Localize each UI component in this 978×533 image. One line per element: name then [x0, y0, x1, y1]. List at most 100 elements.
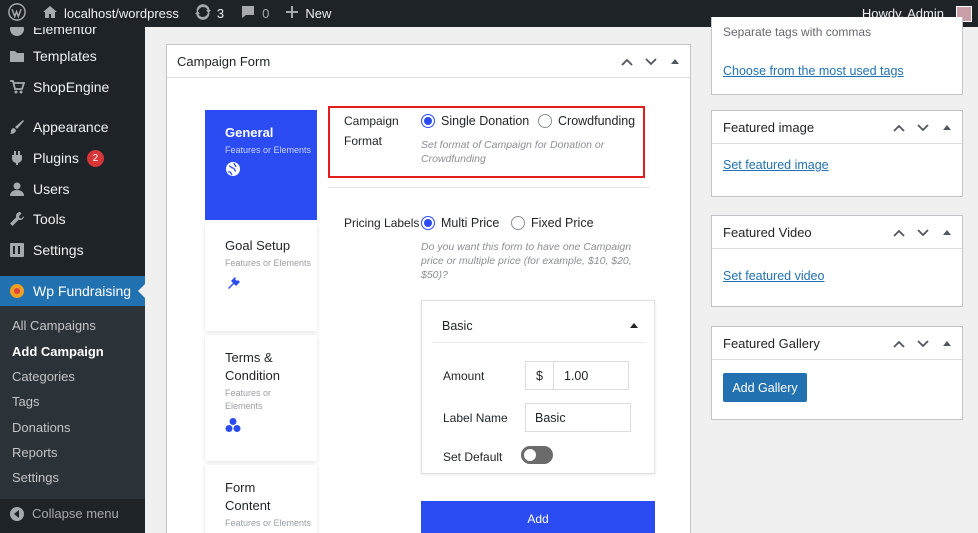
wordpress-logo-button[interactable] [0, 0, 34, 27]
chevron-down-icon [917, 339, 929, 347]
caret-up-icon [943, 340, 951, 346]
move-up-button[interactable] [892, 337, 906, 351]
submenu-categories[interactable]: Categories [12, 369, 75, 384]
price-item-header[interactable]: Basic [432, 311, 646, 343]
home-icon [42, 4, 58, 23]
move-up-button[interactable] [620, 55, 634, 69]
tab-subtitle: Features or Elements [225, 388, 272, 411]
radio-label: Multi Price [441, 216, 500, 230]
caret-up-icon [943, 124, 951, 130]
tab-form-content[interactable]: Form Content Features or Elements [205, 465, 317, 533]
price-item-title: Basic [442, 319, 473, 333]
chevron-up-icon [893, 124, 905, 132]
radio-selected-icon [421, 216, 435, 230]
add-price-button[interactable]: Add [421, 501, 655, 533]
user-icon [9, 181, 25, 197]
group-icon [225, 417, 241, 433]
sidebar-item-plugins[interactable]: Plugins 2 [0, 143, 145, 173]
crowdfunding-radio[interactable]: Crowdfunding [538, 114, 635, 128]
amount-field[interactable]: $ 1.00 [525, 361, 629, 390]
radio-label: Single Donation [441, 114, 530, 128]
radio-selected-icon [421, 114, 435, 128]
campaign-form-header: Campaign Form [167, 45, 690, 78]
featured-video-box: Featured Video Set featured video [711, 215, 963, 307]
cart-icon [9, 79, 25, 95]
brush-icon [9, 119, 25, 135]
wordpress-icon [8, 3, 26, 24]
set-featured-video-link[interactable]: Set featured video [723, 269, 824, 283]
radio-label: Crowdfunding [558, 114, 636, 128]
submenu-reports[interactable]: Reports [12, 445, 58, 460]
sidebar-item-label: ShopEngine [33, 79, 110, 95]
label-name-input[interactable]: Basic [525, 403, 631, 432]
add-gallery-button[interactable]: Add Gallery [723, 373, 807, 402]
updates-link[interactable]: 3 [187, 0, 232, 27]
tab-subtitle: Features or Elements [225, 145, 312, 155]
sidebar-item-users[interactable]: Users [0, 174, 145, 204]
sidebar-item-shopengine[interactable]: ShopEngine [0, 72, 145, 102]
move-down-button[interactable] [644, 55, 658, 69]
move-down-button[interactable] [916, 337, 930, 351]
chevron-down-icon [645, 57, 657, 65]
caret-up-icon[interactable] [630, 323, 638, 328]
toggle-panel-button[interactable] [940, 226, 954, 240]
campaign-format-help: Set format of Campaign for Donation or C… [421, 139, 605, 165]
set-default-toggle[interactable] [521, 446, 553, 464]
plug-icon [225, 274, 241, 290]
admin-sidebar: Elementor Templates ShopEngine Appearanc… [0, 27, 145, 533]
sidebar-item-wp-fundraising[interactable]: Wp Fundraising [0, 276, 145, 306]
tab-goal-setup[interactable]: Goal Setup Features or Elements [205, 223, 317, 331]
submenu-add-campaign[interactable]: Add Campaign [12, 344, 104, 359]
label-name-label: Label Name [443, 411, 508, 425]
set-default-label: Set Default [443, 450, 503, 464]
chevron-up-icon [893, 229, 905, 237]
move-up-button[interactable] [892, 121, 906, 135]
radio-unselected-icon [538, 114, 552, 128]
sidebar-item-label: Templates [33, 48, 97, 64]
tab-subtitle: Features or Elements [225, 258, 312, 268]
submenu-all-campaigns[interactable]: All Campaigns [12, 318, 96, 333]
most-used-tags-link[interactable]: Choose from the most used tags [723, 64, 904, 78]
amount-input[interactable]: 1.00 [554, 362, 628, 389]
set-featured-image-link[interactable]: Set featured image [723, 158, 829, 172]
submenu-donations[interactable]: Donations [12, 420, 71, 435]
comments-link[interactable]: 0 [232, 0, 277, 27]
elementor-icon [9, 27, 25, 37]
single-donation-radio[interactable]: Single Donation [421, 114, 529, 128]
sidebar-item-appearance[interactable]: Appearance [0, 112, 145, 142]
tab-title: Terms & Condition [225, 350, 280, 383]
multi-price-radio[interactable]: Multi Price [421, 216, 499, 230]
featured-image-title: Featured image [723, 119, 815, 135]
new-content-link[interactable]: New [277, 0, 339, 27]
move-down-button[interactable] [916, 226, 930, 240]
move-up-button[interactable] [892, 226, 906, 240]
sidebar-item-label: Elementor [33, 27, 97, 37]
sidebar-item-settings[interactable]: Settings [0, 235, 145, 265]
radio-unselected-icon [511, 216, 525, 230]
tab-terms-condition[interactable]: Terms & Condition Features or Elements [205, 335, 317, 461]
toggle-panel-button[interactable] [940, 337, 954, 351]
toggle-panel-button[interactable] [668, 55, 682, 69]
toggle-panel-button[interactable] [940, 121, 954, 135]
price-item-panel: Basic Amount $ 1.00 Label Name Basic Set… [421, 300, 655, 474]
tab-general[interactable]: General Features or Elements [205, 110, 317, 220]
sidebar-item-label: Settings [33, 242, 84, 258]
caret-up-icon [943, 229, 951, 235]
fixed-price-radio[interactable]: Fixed Price [511, 216, 594, 230]
submenu-settings[interactable]: Settings [12, 470, 59, 485]
move-down-button[interactable] [916, 121, 930, 135]
chevron-down-icon [917, 228, 929, 236]
plugins-update-badge: 2 [86, 149, 104, 167]
featured-image-header: Featured image [712, 111, 962, 144]
sidebar-item-tools[interactable]: Tools [0, 204, 145, 234]
sidebar-item-templates[interactable]: Templates [0, 41, 145, 71]
site-name-link[interactable]: localhost/wordpress [34, 0, 187, 27]
featured-gallery-title: Featured Gallery [723, 335, 820, 351]
collapse-menu-button[interactable]: Collapse menu [10, 506, 119, 521]
pricing-labels-label: Pricing Labels [344, 216, 420, 230]
featured-gallery-header: Featured Gallery [712, 327, 962, 360]
submenu-tags[interactable]: Tags [12, 394, 39, 409]
settings-icon [9, 242, 25, 258]
comments-count: 0 [262, 6, 270, 21]
globe-icon [225, 161, 241, 177]
